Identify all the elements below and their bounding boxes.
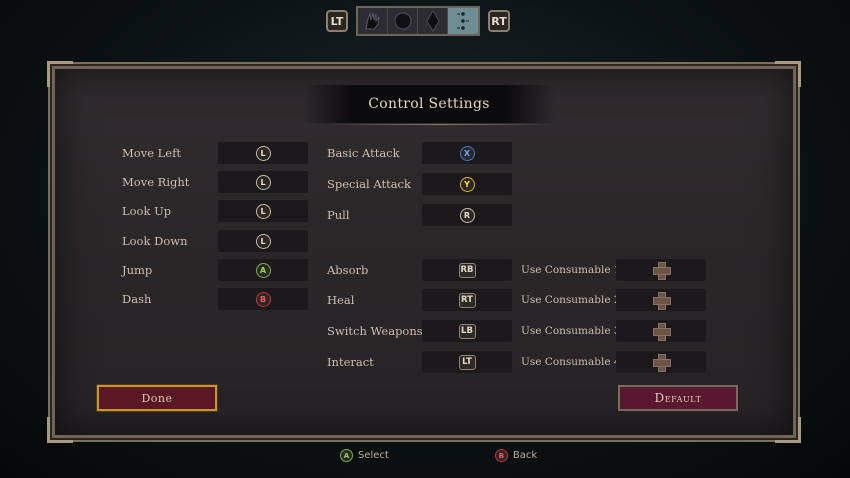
binding-row-pull[interactable]: Pull R [327, 203, 517, 227]
binding-row-consumable-4[interactable]: Use Consumable 4 [521, 350, 711, 374]
binding-key-slot[interactable]: A [218, 259, 308, 281]
binding-label: Look Up [122, 204, 172, 218]
default-button[interactable]: Default [618, 385, 738, 411]
control-settings-panel: Control Settings Move Left L Move Right … [47, 61, 801, 443]
dots-menu-icon [457, 12, 469, 30]
binding-label: Pull [327, 208, 350, 222]
ornament-corner [47, 417, 73, 443]
binding-label: Use Consumable 4 [521, 356, 621, 368]
left-stick-icon: L [255, 145, 271, 161]
top-tab-bar: LT RT [326, 6, 510, 36]
page-title: Control Settings [368, 96, 490, 112]
binding-row-jump[interactable]: Jump A [122, 258, 312, 282]
left-stick-icon: L [255, 203, 271, 219]
claw-hand-icon [364, 12, 379, 30]
binding-label: Move Left [122, 146, 181, 160]
dpad-icon [653, 262, 671, 280]
binding-key-slot[interactable]: L [218, 200, 308, 222]
binding-label: Move Right [122, 175, 190, 189]
binding-row-look-up[interactable]: Look Up L [122, 199, 312, 223]
rt-shoulder-button[interactable]: RT [488, 10, 510, 32]
select-hint-label: Select [358, 450, 389, 461]
right-stick-icon: R [459, 207, 475, 223]
binding-label: Use Consumable 3 [521, 325, 621, 337]
button-hints: A Select B Back [340, 449, 537, 462]
binding-row-consumable-1[interactable]: Use Consumable 1 [521, 258, 711, 282]
binding-label: Interact [327, 355, 374, 369]
lt-shoulder-button[interactable]: LT [326, 10, 348, 32]
title-divider [325, 124, 555, 125]
binding-label: Use Consumable 1 [521, 264, 621, 276]
ornament-corner [775, 61, 801, 87]
binding-label: Absorb [327, 263, 369, 277]
diamond-crystal-icon [425, 10, 440, 32]
binding-label: Special Attack [327, 177, 411, 191]
binding-label: Dash [122, 292, 152, 306]
binding-label: Jump [122, 263, 153, 277]
dark-orb-icon [393, 12, 412, 30]
binding-row-consumable-2[interactable]: Use Consumable 2 [521, 288, 711, 312]
binding-key-slot[interactable]: L [218, 171, 308, 193]
binding-row-switch-weapons[interactable]: Switch Weapons LB [327, 319, 517, 343]
binding-key-slot[interactable]: L [218, 230, 308, 252]
binding-row-heal[interactable]: Heal RT [327, 288, 517, 312]
binding-key-slot[interactable]: LB [422, 320, 512, 342]
binding-row-absorb[interactable]: Absorb RB [327, 258, 517, 282]
a-button-icon: A [340, 449, 353, 462]
binding-key-slot[interactable] [616, 289, 706, 311]
binding-key-slot[interactable]: X [422, 142, 512, 164]
x-button-icon: X [459, 145, 475, 161]
rt-button-icon: RT [458, 292, 476, 308]
tab-settings[interactable] [448, 8, 478, 34]
dpad-icon [653, 354, 671, 372]
binding-row-basic-attack[interactable]: Basic Attack X [327, 141, 517, 165]
binding-key-slot[interactable] [616, 320, 706, 342]
binding-row-interact[interactable]: Interact LT [327, 350, 517, 374]
binding-label: Use Consumable 2 [521, 294, 621, 306]
binding-label: Look Down [122, 234, 188, 248]
menu-tabs [356, 6, 480, 36]
back-hint: B Back [494, 449, 538, 462]
rb-button-icon: RB [458, 262, 476, 278]
tab-crystal[interactable] [418, 8, 448, 34]
binding-key-slot[interactable]: LT [422, 351, 512, 373]
b-button-icon: B [494, 449, 508, 462]
done-button[interactable]: Done [97, 385, 217, 411]
y-button-icon: Y [459, 176, 475, 192]
tab-orb[interactable] [388, 8, 418, 34]
left-stick-icon: L [255, 233, 271, 249]
binding-row-dash[interactable]: Dash B [122, 287, 312, 311]
binding-key-slot[interactable] [616, 259, 706, 281]
binding-label: Switch Weapons [327, 324, 423, 338]
left-stick-icon: L [255, 174, 271, 190]
ornament-corner [47, 61, 73, 87]
binding-row-look-down[interactable]: Look Down L [122, 229, 312, 253]
binding-key-slot[interactable] [616, 351, 706, 373]
binding-row-move-left[interactable]: Move Left L [122, 141, 312, 165]
binding-key-slot[interactable]: L [218, 142, 308, 164]
title-bar: Control Settings [303, 85, 555, 123]
back-hint-label: Back [512, 450, 538, 461]
binding-row-consumable-3[interactable]: Use Consumable 3 [521, 319, 711, 343]
binding-key-slot[interactable]: RB [422, 259, 512, 281]
lt-button-icon: LT [458, 354, 476, 370]
binding-label: Basic Attack [327, 146, 400, 160]
binding-row-move-right[interactable]: Move Right L [122, 170, 312, 194]
a-button-icon: A [255, 262, 271, 278]
dpad-icon [653, 292, 671, 310]
binding-row-special-attack[interactable]: Special Attack Y [327, 172, 517, 196]
dpad-icon [653, 323, 671, 341]
binding-key-slot[interactable]: B [218, 288, 308, 310]
binding-key-slot[interactable]: Y [422, 173, 512, 195]
lb-button-icon: LB [458, 323, 476, 339]
tab-abilities[interactable] [358, 8, 388, 34]
ornament-corner [775, 417, 801, 443]
b-button-icon: B [255, 291, 271, 307]
binding-label: Heal [327, 293, 355, 307]
binding-key-slot[interactable]: R [422, 204, 512, 226]
binding-key-slot[interactable]: RT [422, 289, 512, 311]
select-hint: A Select [340, 449, 389, 462]
